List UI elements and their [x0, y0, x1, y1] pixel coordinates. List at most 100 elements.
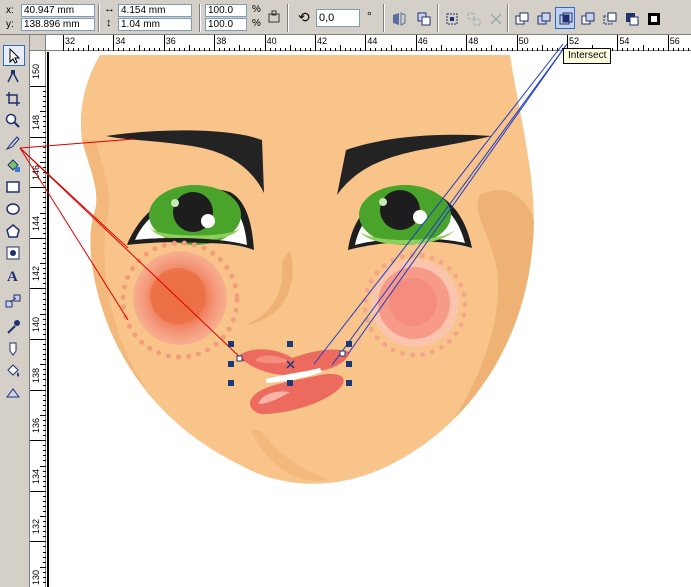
rectangle-tool-icon[interactable]: [3, 177, 25, 198]
ruler-minor-tick: [43, 126, 46, 128]
ruler-minor-tick: [40, 111, 46, 113]
ruler-minor-tick: [294, 48, 296, 51]
ruler-minor-tick: [43, 303, 46, 305]
back-minus-front-icon[interactable]: [643, 7, 663, 29]
ruler-corner[interactable]: [30, 35, 46, 51]
ruler-tick: [214, 35, 216, 51]
ruler-minor-tick: [43, 379, 46, 381]
front-minus-back-icon[interactable]: [621, 7, 641, 29]
lock-ratio-icon[interactable]: [264, 6, 282, 24]
ruler-number: 42: [317, 36, 328, 46]
ruler-minor-tick: [199, 48, 201, 51]
ruler-minor-tick: [420, 48, 422, 51]
ruler-minor-tick: [40, 364, 46, 366]
ruler-minor-tick: [521, 48, 523, 51]
ruler-minor-tick: [43, 556, 46, 558]
ruler-number: 34: [115, 36, 126, 46]
ruler-minor-tick: [153, 48, 155, 51]
fill-tool-icon[interactable]: [3, 361, 25, 382]
intersect-icon[interactable]: [555, 7, 575, 29]
ruler-minor-tick: [103, 48, 105, 51]
crop-tool-icon[interactable]: [3, 89, 25, 110]
mirror-icon[interactable]: [388, 7, 408, 29]
ruler-minor-tick: [652, 48, 654, 51]
ruler-minor-tick: [385, 48, 387, 51]
ungroup-icon[interactable]: [463, 7, 483, 29]
x-label: x:: [6, 5, 14, 16]
ruler-number: 138: [31, 367, 41, 383]
outline-tool-icon[interactable]: [3, 339, 25, 360]
ruler-number: 50: [518, 36, 529, 46]
text-tool-icon[interactable]: A: [3, 265, 25, 286]
ruler-minor-tick: [43, 425, 46, 427]
ruler-minor-tick: [279, 48, 281, 51]
ruler-minor-tick: [178, 48, 180, 51]
ruler-tick: [264, 35, 266, 51]
ruler-minor-tick: [471, 48, 473, 51]
ruler-minor-tick: [43, 551, 46, 553]
trim-icon[interactable]: [577, 7, 597, 29]
ruler-number: 46: [417, 36, 428, 46]
basic-shapes-icon[interactable]: [3, 243, 25, 264]
ruler-minor-tick: [496, 48, 498, 51]
shape-tool-icon[interactable]: [3, 67, 25, 88]
vertical-ruler[interactable]: 150 148 146 144 142 140 138 136 134 132 130: [30, 51, 46, 587]
ruler-minor-tick: [486, 48, 488, 51]
arrange-icon[interactable]: [413, 7, 433, 29]
ruler-minor-tick: [43, 121, 46, 123]
ruler-minor-tick: [43, 354, 46, 356]
ruler-minor-tick: [43, 409, 46, 411]
interactive-blend-icon[interactable]: [3, 291, 25, 312]
ruler-minor-tick: [43, 561, 46, 563]
width-field[interactable]: 4.154 mm: [118, 4, 192, 17]
ruler-minor-tick: [43, 485, 46, 487]
ruler-minor-tick: [43, 571, 46, 573]
ruler-number: 40: [266, 36, 277, 46]
toolbox: A: [0, 35, 30, 587]
scale-y-field[interactable]: 100.0: [205, 18, 247, 31]
ruler-minor-tick: [43, 227, 46, 229]
rotation-field[interactable]: 0,0: [316, 9, 360, 27]
ruler-minor-tick: [284, 48, 286, 51]
height-field[interactable]: 1.04 mm: [118, 18, 192, 31]
ruler-minor-tick: [189, 45, 190, 51]
ruler-minor-tick: [43, 293, 46, 295]
ruler-minor-tick: [430, 48, 432, 51]
simplify-icon[interactable]: [599, 7, 619, 29]
group-icon[interactable]: [441, 7, 461, 29]
freehand-tool-icon[interactable]: [3, 133, 25, 154]
ruler-minor-tick: [128, 48, 130, 51]
interactive-fill-icon[interactable]: [3, 383, 25, 404]
smart-fill-icon[interactable]: [3, 155, 25, 176]
ruler-minor-tick: [168, 48, 170, 51]
ruler-minor-tick: [43, 430, 46, 432]
ungroup-all-icon[interactable]: [485, 7, 505, 29]
ruler-minor-tick: [526, 48, 528, 51]
y-position-field[interactable]: 138.896 mm: [21, 18, 95, 31]
ruler-minor-tick: [491, 45, 493, 51]
zoom-tool-icon[interactable]: [3, 111, 25, 132]
eyedropper-tool-icon[interactable]: [3, 317, 25, 338]
separator: [98, 4, 100, 32]
ruler-number: 130: [31, 570, 41, 586]
ruler-minor-tick: [269, 48, 271, 51]
combine-icon[interactable]: [511, 7, 531, 29]
ruler-minor-tick: [43, 460, 46, 462]
x-position-field[interactable]: 40.947 mm: [21, 4, 95, 17]
drawing-canvas[interactable]: [47, 52, 691, 587]
ruler-minor-tick: [148, 48, 150, 51]
ruler-number: 38: [216, 36, 227, 46]
ruler-minor-tick: [73, 48, 75, 51]
ruler-minor-tick: [43, 197, 46, 199]
ruler-minor-tick: [451, 48, 453, 51]
separator: [287, 4, 289, 32]
weld-icon[interactable]: [533, 7, 553, 29]
ellipse-tool-icon[interactable]: [3, 199, 25, 220]
ruler-minor-tick: [395, 48, 397, 51]
polygon-tool-icon[interactable]: [3, 221, 25, 242]
ruler-minor-tick: [143, 48, 145, 51]
ruler-minor-tick: [637, 48, 639, 51]
pick-tool-icon[interactable]: [3, 45, 25, 66]
ruler-minor-tick: [43, 96, 46, 98]
scale-x-field[interactable]: 100.0: [205, 4, 247, 17]
